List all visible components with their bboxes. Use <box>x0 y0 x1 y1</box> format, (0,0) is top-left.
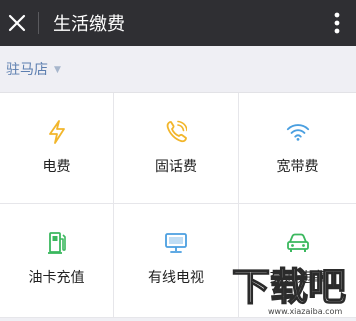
location-selector[interactable]: 驻马店 ▼ <box>0 46 356 92</box>
close-button[interactable] <box>0 0 34 46</box>
service-electricity[interactable]: 电费 <box>0 93 114 204</box>
close-icon <box>8 14 26 32</box>
caret-down-icon: ▼ <box>54 65 61 75</box>
more-vertical-icon <box>334 12 340 34</box>
more-button[interactable] <box>324 0 350 46</box>
lightning-icon <box>45 120 69 144</box>
phone-icon <box>164 120 188 144</box>
fuel-pump-icon <box>45 231 69 255</box>
car-icon <box>286 231 310 255</box>
service-label: 电费 <box>42 159 71 175</box>
service-landline[interactable]: 固话费 <box>114 93 239 204</box>
service-label: 固话费 <box>155 159 197 175</box>
service-label: 油卡充值 <box>28 270 85 286</box>
service-fuel-card[interactable]: 油卡充值 <box>0 204 114 318</box>
tv-icon <box>164 231 188 255</box>
title-bar: 生活缴费 <box>0 0 356 46</box>
service-label: 有线电视 <box>148 270 204 286</box>
location-name: 驻马店 <box>6 62 48 78</box>
services-grid: 电费 固话费 宽带费 油卡充值 有线电视 交通违章 <box>0 92 356 318</box>
service-traffic-violation[interactable]: 交通违章 <box>239 204 356 318</box>
service-cable-tv[interactable]: 有线电视 <box>114 204 239 318</box>
service-label: 宽带费 <box>276 159 319 175</box>
service-broadband[interactable]: 宽带费 <box>239 93 356 204</box>
wifi-icon <box>286 120 310 144</box>
page-title: 生活缴费 <box>53 14 125 35</box>
title-divider <box>38 12 39 34</box>
service-label: 交通违章 <box>269 270 326 286</box>
